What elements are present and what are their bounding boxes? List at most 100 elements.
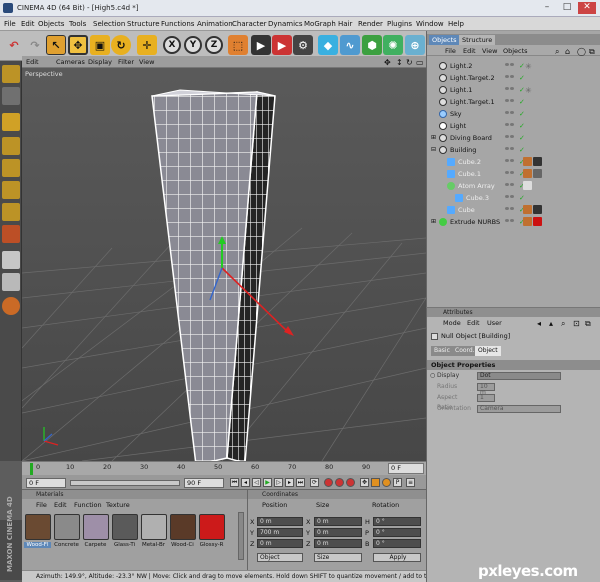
- menu-edit[interactable]: Edit: [21, 20, 35, 28]
- texture-tag-icon[interactable]: [523, 157, 532, 166]
- object-row[interactable]: Atom Array ✓: [427, 180, 600, 192]
- material-swatch[interactable]: [199, 514, 225, 540]
- timeline-playhead[interactable]: [30, 463, 33, 475]
- rotation-b-field[interactable]: 0 °: [373, 539, 421, 548]
- object-label[interactable]: Cube: [458, 204, 475, 216]
- object-row[interactable]: Light ✓: [427, 120, 600, 132]
- timeline-menu-icon[interactable]: ≡: [406, 478, 415, 487]
- coordinate-system-icon[interactable]: ⬚: [228, 35, 248, 55]
- loop-icon[interactable]: ⟳: [310, 478, 319, 487]
- object-label[interactable]: Diving Board: [450, 132, 492, 144]
- material-label[interactable]: Metal-Br: [140, 542, 167, 548]
- position-z-field[interactable]: 0 m: [257, 539, 303, 548]
- attr-tab-coord[interactable]: Coord.: [452, 346, 478, 356]
- scale-key-icon[interactable]: [371, 478, 380, 487]
- material-tag-icon[interactable]: [533, 157, 542, 166]
- object-row[interactable]: Cube.3 ✓: [427, 192, 600, 204]
- viewport-move-icon[interactable]: ✥: [384, 58, 391, 67]
- visibility-dots[interactable]: [505, 99, 517, 105]
- texture-tag-icon[interactable]: [523, 169, 532, 178]
- object-row[interactable]: Cube.2 ✓: [427, 156, 600, 168]
- spline-pen-icon[interactable]: ∿: [340, 35, 360, 55]
- object-label[interactable]: Light.1: [450, 84, 472, 96]
- y-axis-lock-icon[interactable]: Y: [184, 36, 202, 54]
- move-tool-icon[interactable]: ✥: [68, 35, 88, 55]
- object-row[interactable]: Cube ✓: [427, 204, 600, 216]
- new-window-icon[interactable]: ⧉: [585, 319, 591, 329]
- attributes-menu-mode[interactable]: Mode: [443, 319, 461, 327]
- enabled-check-icon[interactable]: ✓: [519, 195, 525, 202]
- menu-plugins[interactable]: Plugins: [387, 20, 412, 28]
- cube-primitive-icon[interactable]: ◆: [318, 35, 338, 55]
- x-axis-lock-icon[interactable]: X: [163, 36, 181, 54]
- viewport-maximize-icon[interactable]: ▭: [416, 58, 424, 67]
- material-label[interactable]: Wood-Ci: [169, 542, 196, 548]
- menu-selection[interactable]: Selection: [93, 20, 125, 28]
- tab-structure[interactable]: Structure: [459, 35, 496, 45]
- make-editable-icon[interactable]: [2, 65, 20, 83]
- materials-menu-function[interactable]: Function: [74, 501, 102, 509]
- object-label[interactable]: Cube.1: [458, 168, 481, 180]
- menu-help[interactable]: Help: [448, 20, 464, 28]
- prev-key-icon[interactable]: ◂: [241, 478, 250, 487]
- viewport-menu-cameras[interactable]: Cameras: [56, 58, 85, 66]
- visibility-dots[interactable]: [505, 219, 517, 225]
- object-label[interactable]: Light.Target.2: [450, 72, 495, 84]
- goto-start-icon[interactable]: ⏮: [230, 478, 239, 487]
- material-swatch[interactable]: [83, 514, 109, 540]
- apply-button[interactable]: Apply: [373, 553, 421, 562]
- size-mode-dropdown[interactable]: Size: [314, 553, 362, 562]
- render-picture-viewer-icon[interactable]: ▶: [272, 35, 292, 55]
- materials-menu-edit[interactable]: Edit: [54, 501, 67, 509]
- visibility-dots[interactable]: [505, 135, 517, 141]
- new-window-icon[interactable]: ⧉: [589, 47, 595, 57]
- size-y-field[interactable]: 0 m: [314, 528, 362, 537]
- rotation-h-field[interactable]: 0 °: [373, 517, 421, 526]
- material-swatch[interactable]: [170, 514, 196, 540]
- param-key-icon[interactable]: P: [393, 478, 402, 487]
- maximize-button[interactable]: □: [558, 2, 576, 14]
- snap-icon[interactable]: [2, 273, 20, 291]
- menu-functions[interactable]: Functions: [161, 20, 194, 28]
- attr-tab-basic[interactable]: Basic: [431, 346, 453, 356]
- rotate-tool-icon[interactable]: ↻: [111, 35, 131, 55]
- points-mode-icon[interactable]: [2, 159, 20, 177]
- enabled-check-icon[interactable]: ✓: [519, 123, 525, 130]
- back-arrow-icon[interactable]: ◂: [537, 319, 541, 328]
- objects-menu-edit[interactable]: Edit: [463, 47, 476, 55]
- object-row[interactable]: Cube.1 ✓: [427, 168, 600, 180]
- position-y-field[interactable]: 700 m: [257, 528, 303, 537]
- object-label[interactable]: Atom Array: [458, 180, 495, 192]
- menu-character[interactable]: Character: [232, 20, 267, 28]
- menu-objects[interactable]: Objects: [38, 20, 64, 28]
- deformer-icon[interactable]: ⊕: [405, 35, 425, 55]
- edges-mode-icon[interactable]: [2, 181, 20, 199]
- viewport-menu-display[interactable]: Display: [88, 58, 112, 66]
- lock-icon[interactable]: ⊡: [573, 319, 580, 328]
- collapse-icon[interactable]: ⊟: [431, 144, 436, 156]
- target-tag-icon[interactable]: ✳: [525, 85, 534, 95]
- home-icon[interactable]: ⌂: [565, 47, 570, 56]
- object-row[interactable]: Light.Target.1 ✓: [427, 96, 600, 108]
- visibility-dots[interactable]: [505, 207, 517, 213]
- display-dropdown[interactable]: Dot: [477, 372, 561, 380]
- render-settings-icon[interactable]: ⚙: [293, 35, 313, 55]
- animate-dot-icon[interactable]: ○: [430, 371, 435, 381]
- size-x-field[interactable]: 0 m: [314, 517, 362, 526]
- undo-icon[interactable]: ↶: [4, 35, 24, 55]
- sculpt-icon[interactable]: [2, 297, 20, 315]
- prev-frame-icon[interactable]: ◁: [252, 478, 261, 487]
- next-key-icon[interactable]: ▸: [285, 478, 294, 487]
- visibility-dots[interactable]: [505, 63, 517, 69]
- object-axis-icon[interactable]: [2, 137, 20, 155]
- autokey-icon[interactable]: [335, 478, 344, 487]
- materials-menu-texture[interactable]: Texture: [106, 501, 130, 509]
- enabled-check-icon[interactable]: ✓: [519, 147, 525, 154]
- attr-tab-object[interactable]: Object: [475, 346, 501, 356]
- material-swatch[interactable]: [25, 514, 51, 540]
- visibility-dots[interactable]: [505, 123, 517, 129]
- minimize-button[interactable]: –: [538, 2, 556, 14]
- viewport-menu-edit[interactable]: Edit: [26, 58, 39, 66]
- record-icon[interactable]: [324, 478, 333, 487]
- preview-range-slider[interactable]: [70, 480, 180, 486]
